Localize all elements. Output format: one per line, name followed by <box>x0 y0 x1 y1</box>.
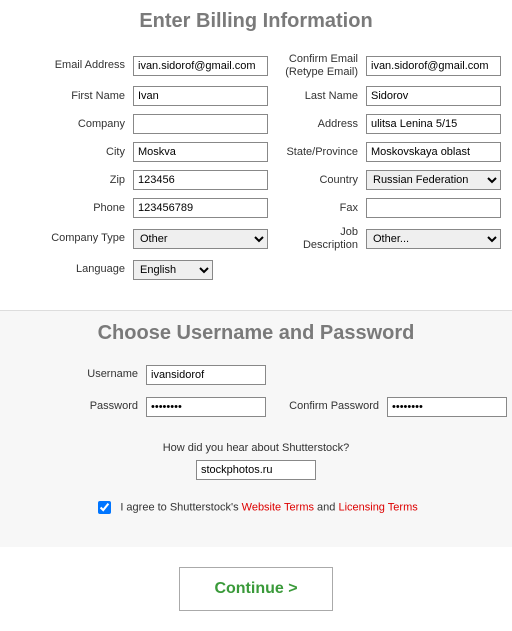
billing-form: Email Address Confirm Email(Retype Email… <box>0 53 512 300</box>
agree-and: and <box>314 501 338 513</box>
billing-title: Enter Billing Information <box>0 10 512 33</box>
credentials-title: Choose Username and Password <box>0 322 512 345</box>
label-city: City <box>20 146 125 159</box>
address-field[interactable] <box>366 114 501 134</box>
username-field[interactable] <box>146 365 266 385</box>
hear-question: How did you hear about Shutterstock? <box>0 442 512 454</box>
confirm-email-field[interactable] <box>366 56 501 76</box>
label-confirm-password: Confirm Password <box>274 400 379 413</box>
licensing-terms-link[interactable]: Licensing Terms <box>338 501 417 513</box>
label-confirm-email: Confirm Email(Retype Email) <box>276 53 358 78</box>
zip-field[interactable] <box>133 170 268 190</box>
hear-block: How did you hear about Shutterstock? <box>0 442 512 480</box>
continue-wrap: Continue > <box>0 547 512 631</box>
hear-field[interactable] <box>196 460 316 480</box>
label-first-name: First Name <box>20 90 125 103</box>
label-last-name: Last Name <box>276 90 358 103</box>
label-language: Language <box>20 263 125 276</box>
job-select[interactable]: Other... <box>366 229 501 249</box>
label-job: JobDescription <box>276 226 358 251</box>
label-company: Company <box>20 118 125 131</box>
agree-prefix: I agree to Shutterstock's <box>120 501 241 513</box>
first-name-field[interactable] <box>133 86 268 106</box>
website-terms-link[interactable]: Website Terms <box>242 501 314 513</box>
credentials-section: Choose Username and Password Username Pa… <box>0 311 512 547</box>
label-fax: Fax <box>276 202 358 215</box>
last-name-field[interactable] <box>366 86 501 106</box>
phone-field[interactable] <box>133 198 268 218</box>
company-type-select[interactable]: Other <box>133 229 268 249</box>
state-field[interactable] <box>366 142 501 162</box>
label-company-type: Company Type <box>20 232 125 245</box>
label-username: Username <box>20 368 138 381</box>
label-password: Password <box>20 400 138 413</box>
password-field[interactable] <box>146 397 266 417</box>
agree-block: I agree to Shutterstock's Website Terms … <box>0 498 512 517</box>
label-phone: Phone <box>20 202 125 215</box>
continue-button[interactable]: Continue > <box>179 567 332 611</box>
email-field[interactable] <box>133 56 268 76</box>
label-zip: Zip <box>20 174 125 187</box>
credentials-form: Username Password Confirm Password <box>0 365 512 417</box>
label-country: Country <box>276 174 358 187</box>
label-state: State/Province <box>276 146 358 159</box>
country-select[interactable]: Russian Federation <box>366 170 501 190</box>
company-field[interactable] <box>133 114 268 134</box>
label-address: Address <box>276 118 358 131</box>
language-select[interactable]: English <box>133 260 213 280</box>
city-field[interactable] <box>133 142 268 162</box>
agree-checkbox[interactable] <box>98 501 111 514</box>
fax-field[interactable] <box>366 198 501 218</box>
label-email: Email Address <box>20 59 125 72</box>
confirm-password-field[interactable] <box>387 397 507 417</box>
